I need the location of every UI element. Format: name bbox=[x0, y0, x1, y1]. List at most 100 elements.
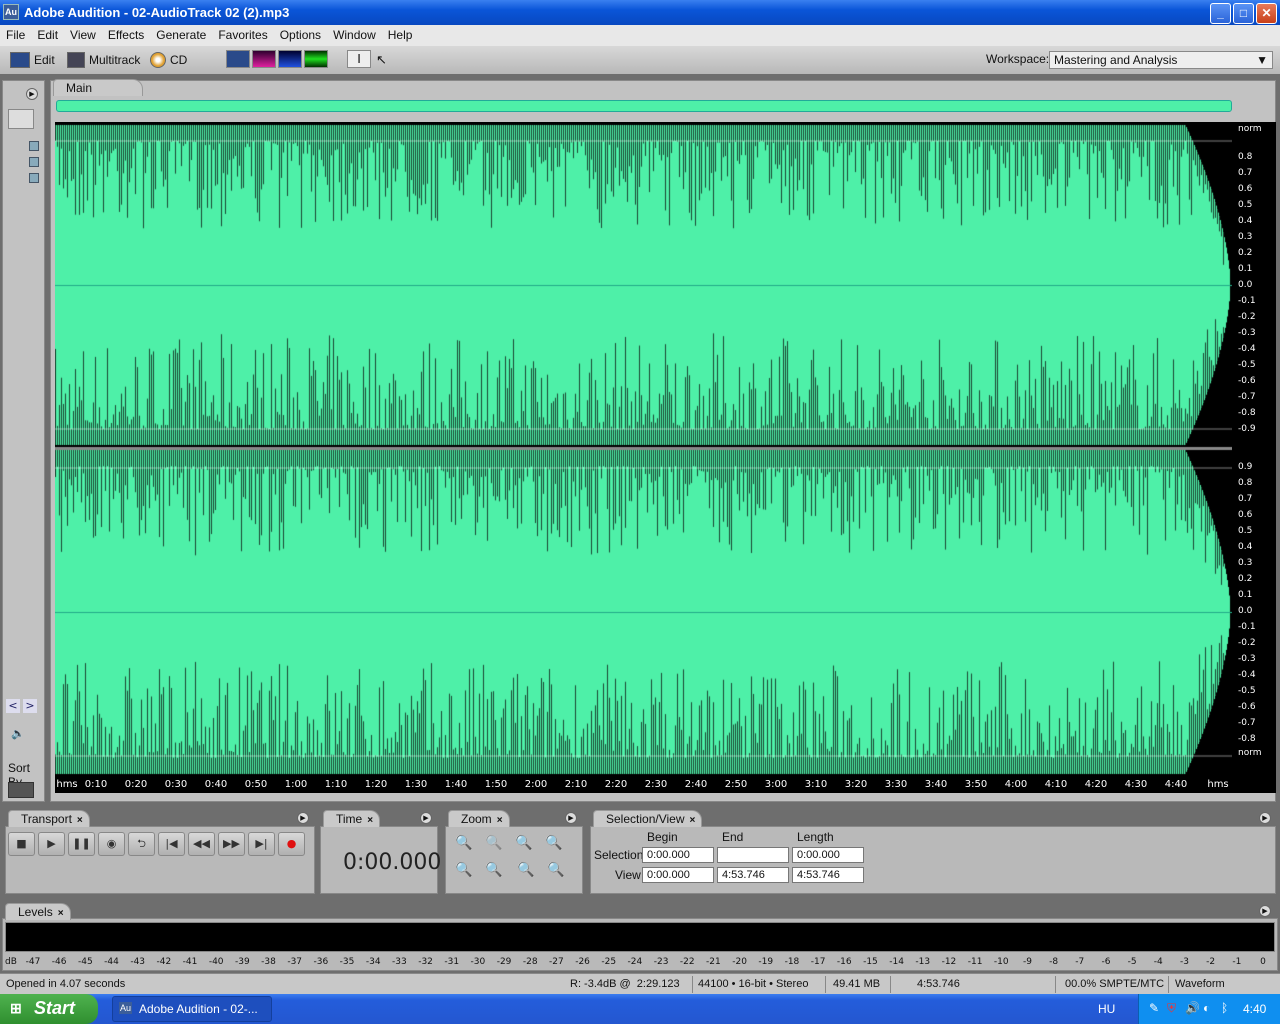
file-expand-icon[interactable] bbox=[29, 157, 39, 167]
level-scale-label: -30 bbox=[470, 957, 486, 967]
tab-main[interactable]: Main bbox=[53, 79, 143, 96]
pause-button[interactable]: ❚❚ bbox=[68, 832, 95, 856]
loop-button[interactable]: ⮌ bbox=[128, 832, 155, 856]
tray-icon[interactable]: ✎ bbox=[1149, 1001, 1159, 1015]
file-expand-icon[interactable] bbox=[29, 141, 39, 151]
amplitude-label: -0.4 bbox=[1238, 670, 1256, 680]
fast-forward-button[interactable]: ▶▶ bbox=[218, 832, 245, 856]
network-icon[interactable]: ◐ bbox=[1203, 1001, 1210, 1015]
menu-edit[interactable]: Edit bbox=[31, 25, 64, 42]
record-button[interactable]: ● bbox=[278, 832, 305, 856]
close-button[interactable]: ✕ bbox=[1256, 3, 1277, 24]
multitrack-view-button[interactable]: Multitrack bbox=[67, 50, 140, 70]
view-length-field[interactable]: 4:53.746 bbox=[792, 867, 864, 883]
go-to-end-button[interactable]: ▶| bbox=[248, 832, 275, 856]
spectral-pitch-button[interactable] bbox=[278, 50, 302, 68]
zoom-out-horizontal-icon[interactable]: 🔍 bbox=[485, 835, 502, 851]
panel-menu-icon[interactable]: ▶ bbox=[26, 88, 38, 100]
menu-window[interactable]: Window bbox=[327, 25, 382, 42]
time-ruler[interactable]: hms 0:10 0:20 0:30 0:40 0:50 1:00 1:10 1:20 1:30 1… bbox=[55, 776, 1276, 793]
files-view-icon[interactable] bbox=[8, 109, 34, 129]
zoom-out-vertical-icon[interactable]: 🔍 bbox=[547, 862, 564, 878]
amplitude-label: -0.2 bbox=[1238, 638, 1256, 648]
menu-favorites[interactable]: Favorites bbox=[212, 25, 273, 42]
play-button[interactable]: ▶ bbox=[38, 832, 65, 856]
zoom-to-right-edge-icon[interactable]: 🔍 bbox=[485, 862, 502, 878]
close-icon[interactable]: × bbox=[690, 815, 696, 826]
panel-menu-icon[interactable]: ▶ bbox=[420, 812, 432, 824]
view-end-field[interactable]: 4:53.746 bbox=[717, 867, 789, 883]
level-scale-label: -3 bbox=[1179, 957, 1189, 967]
stop-button[interactable]: ■ bbox=[8, 832, 35, 856]
panel-menu-icon[interactable]: ▶ bbox=[297, 812, 309, 824]
taskbar-item-audition[interactable]: Au Adobe Audition - 02-... bbox=[112, 996, 272, 1022]
pan-display-button[interactable] bbox=[304, 50, 328, 68]
amplitude-label: -0.5 bbox=[1238, 360, 1256, 370]
play-to-end-button[interactable]: ◉ bbox=[98, 832, 125, 856]
scroll-left-button[interactable]: < bbox=[6, 699, 20, 713]
close-icon[interactable]: × bbox=[497, 815, 503, 826]
edit-view-button[interactable]: Edit bbox=[10, 50, 55, 70]
level-scale-label: -8 bbox=[1049, 957, 1059, 967]
tab-levels[interactable]: Levels × bbox=[5, 903, 71, 920]
amplitude-label: 0.7 bbox=[1238, 168, 1253, 178]
tab-time[interactable]: Time × bbox=[323, 810, 381, 827]
zoom-out-full-icon[interactable]: 🔍 bbox=[515, 835, 532, 851]
zoom-in-vertical-icon[interactable]: 🔍 bbox=[517, 862, 534, 878]
waveform-display[interactable] bbox=[55, 122, 1232, 777]
tab-selection-view[interactable]: Selection/View × bbox=[593, 810, 703, 827]
workspace-select[interactable]: Mastering and Analysis ▼ bbox=[1049, 51, 1273, 69]
amplitude-label: -0.1 bbox=[1238, 622, 1256, 632]
time-selection-tool-icon[interactable]: I bbox=[347, 50, 371, 68]
menu-options[interactable]: Options bbox=[274, 25, 327, 42]
zoom-title: Zoom bbox=[461, 812, 492, 826]
menu-generate[interactable]: Generate bbox=[150, 25, 212, 42]
zoom-to-left-edge-icon[interactable]: 🔍 bbox=[455, 862, 472, 878]
time-tick-label: 2:20 bbox=[604, 779, 628, 790]
spectral-display-button[interactable] bbox=[252, 50, 276, 68]
amplitude-label: norm bbox=[1238, 748, 1262, 758]
volume-icon[interactable]: 🔊 bbox=[1185, 1001, 1200, 1015]
security-icon[interactable]: ⛨ bbox=[1167, 1001, 1176, 1016]
view-begin-field[interactable]: 0:00.000 bbox=[642, 867, 714, 883]
bluetooth-icon[interactable]: ᛒ bbox=[1221, 1001, 1228, 1015]
overview-scrollbar[interactable] bbox=[56, 100, 1232, 112]
cd-view-button[interactable]: CD bbox=[150, 50, 187, 70]
panel-menu-icon[interactable]: ▶ bbox=[1259, 812, 1271, 824]
language-indicator[interactable]: HU bbox=[1098, 1002, 1115, 1016]
scroll-right-button[interactable]: > bbox=[23, 699, 37, 713]
zoom-in-horizontal-icon[interactable]: 🔍 bbox=[455, 835, 472, 851]
tab-main-label: Main bbox=[66, 81, 93, 95]
close-icon[interactable]: × bbox=[77, 815, 83, 826]
window-title: Adobe Audition - 02-AudioTrack 02 (2).mp… bbox=[24, 5, 290, 20]
maximize-button[interactable]: □ bbox=[1233, 3, 1254, 24]
speaker-icon[interactable]: 🔈 bbox=[11, 727, 25, 740]
menu-help[interactable]: Help bbox=[382, 25, 419, 42]
amplitude-label: 0.3 bbox=[1238, 232, 1253, 242]
files-options-icon[interactable] bbox=[8, 782, 34, 798]
selection-begin-field[interactable]: 0:00.000 bbox=[642, 847, 714, 863]
panel-menu-icon[interactable]: ▶ bbox=[1259, 905, 1271, 917]
multitrack-icon bbox=[67, 52, 85, 68]
amplitude-label: -0.4 bbox=[1238, 344, 1256, 354]
menu-view[interactable]: View bbox=[64, 25, 102, 42]
selection-length-field[interactable]: 0:00.000 bbox=[792, 847, 864, 863]
tab-zoom[interactable]: Zoom × bbox=[448, 810, 510, 827]
waveform-display-button[interactable] bbox=[226, 50, 250, 68]
level-scale-label: -39 bbox=[235, 957, 250, 967]
menu-file[interactable]: File bbox=[0, 25, 31, 42]
multitrack-label: Multitrack bbox=[89, 53, 141, 67]
file-expand-icon[interactable] bbox=[29, 173, 39, 183]
panel-menu-icon[interactable]: ▶ bbox=[565, 812, 577, 824]
minimize-button[interactable]: _ bbox=[1210, 3, 1231, 24]
rewind-button[interactable]: ◀◀ bbox=[188, 832, 215, 856]
start-button[interactable]: ⊞ Start bbox=[0, 994, 98, 1024]
scrub-tool-icon[interactable]: ↖ bbox=[376, 52, 387, 68]
close-icon[interactable]: × bbox=[58, 908, 64, 919]
zoom-to-selection-icon[interactable]: 🔍 bbox=[545, 835, 562, 851]
tab-transport[interactable]: Transport × bbox=[8, 810, 90, 827]
selection-end-field[interactable] bbox=[717, 847, 789, 863]
close-icon[interactable]: × bbox=[367, 815, 373, 826]
menu-effects[interactable]: Effects bbox=[102, 25, 150, 42]
go-to-beginning-button[interactable]: |◀ bbox=[158, 832, 185, 856]
